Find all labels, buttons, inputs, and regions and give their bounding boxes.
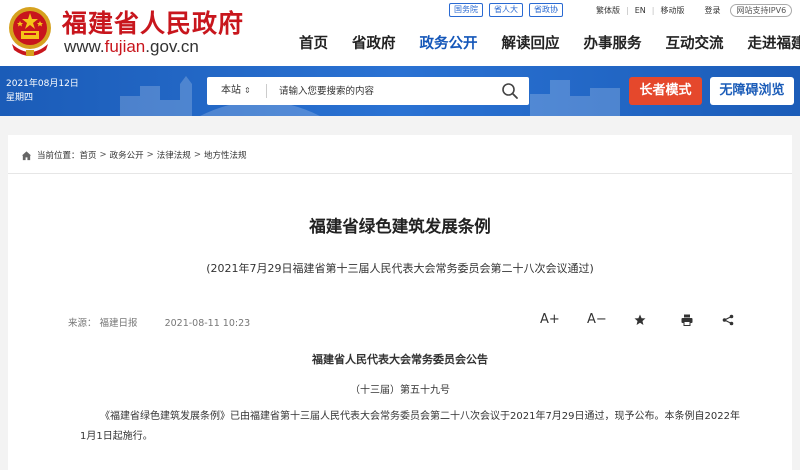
weekday-line: 星期四	[6, 93, 34, 103]
breadcrumb: 当前位置： 首页 > 政务公开 > 法律法规 > 地方性法规	[21, 149, 246, 161]
nav-interaction[interactable]: 互动交流	[666, 34, 724, 58]
domain-accent: fujian	[104, 37, 146, 56]
national-emblem-icon	[9, 7, 51, 56]
mobile-link[interactable]: 移动版	[660, 5, 684, 16]
font-decrease-button[interactable]: A−	[587, 310, 607, 330]
nav-home[interactable]: 首页	[299, 34, 328, 58]
search-scope-label: 本站	[221, 85, 241, 96]
site-name[interactable]: 福建省人民政府	[62, 4, 244, 40]
util-separator: |	[651, 6, 655, 15]
accessible-browse-button[interactable]: 无障碍浏览	[710, 77, 794, 105]
link-provincial-congress[interactable]: 省人大	[489, 3, 523, 17]
updown-arrow-icon: ⇕	[244, 86, 251, 95]
utility-bar: 繁体版 | EN | 移动版 登录 网站支持IPV6	[596, 4, 793, 17]
traditional-link[interactable]: 繁体版	[596, 5, 620, 16]
site-domain: www.fujian.gov.cn	[64, 37, 199, 57]
font-increase-button[interactable]: A+	[540, 310, 560, 330]
domain-suffix: .gov.cn	[145, 37, 199, 56]
elder-mode-button[interactable]: 长者模式	[629, 77, 702, 105]
nav-open-affairs[interactable]: 政务公开	[420, 34, 478, 58]
article-meta: 来源： 福建日报 2021-08-11 10:23	[68, 315, 250, 329]
nav-services[interactable]: 办事服务	[584, 34, 642, 58]
breadcrumb-open-affairs[interactable]: 政务公开	[110, 149, 144, 161]
date-line: 2021年08月12日	[6, 79, 79, 89]
article-body: 《福建省绿色建筑发展条例》已由福建省第十三届人民代表大会常务委员会第二十八次会议…	[80, 411, 740, 442]
top-links: 国务院 省人大 省政协	[449, 3, 563, 17]
breadcrumb-separator: >	[193, 150, 201, 160]
breadcrumb-prefix: 当前位置：	[37, 151, 80, 161]
article-date: 2021-08-11 10:23	[164, 318, 251, 329]
login-link[interactable]: 登录	[704, 5, 720, 16]
article-card: 当前位置： 首页 > 政务公开 > 法律法规 > 地方性法规 福建省绿色建筑发展…	[8, 135, 792, 470]
share-icon[interactable]	[722, 310, 734, 330]
print-icon[interactable]	[681, 310, 693, 330]
scope-divider	[266, 84, 267, 98]
search-banner: 2021年08月12日 星期四 本站⇕ 长者模式 无障碍浏览	[0, 66, 800, 116]
main-nav: 首页 省政府 政务公开 解读回应 办事服务 互动交流 走进福建	[299, 34, 800, 58]
search-input[interactable]	[279, 81, 489, 101]
article-title: 福建省绿色建筑发展条例	[309, 217, 491, 236]
notice-number: （十三届）第五十九号	[350, 385, 450, 396]
nav-interpretation[interactable]: 解读回应	[502, 34, 560, 58]
link-state-council[interactable]: 国务院	[449, 3, 483, 17]
english-link[interactable]: EN	[635, 6, 646, 15]
domain-prefix: www.	[64, 37, 105, 56]
home-icon	[21, 150, 32, 160]
breadcrumb-laws[interactable]: 法律法规	[157, 149, 191, 161]
breadcrumb-home[interactable]: 首页	[80, 149, 97, 161]
breadcrumb-local-regulations[interactable]: 地方性法规	[204, 149, 247, 161]
nav-about-fujian[interactable]: 走进福建	[748, 34, 800, 58]
ipv6-badge: 网站支持IPV6	[730, 4, 793, 17]
current-date: 2021年08月12日 星期四	[6, 77, 79, 105]
article-subtitle: (2021年7月29日福建省第十三届人民代表大会常务委员会第二十八次会议通过)	[206, 262, 594, 275]
nav-government[interactable]: 省政府	[352, 34, 396, 58]
util-separator: |	[626, 6, 629, 15]
favorite-star-icon[interactable]	[634, 310, 646, 330]
notice-title: 福建省人民代表大会常务委员会公告	[312, 353, 488, 366]
article-source: 来源： 福建日报	[68, 318, 138, 329]
breadcrumb-divider	[8, 173, 792, 174]
link-provincial-cppcc[interactable]: 省政协	[529, 3, 563, 17]
search-scope-select[interactable]: 本站 ⇕	[221, 77, 251, 105]
search-box: 本站 ⇕	[207, 77, 529, 105]
breadcrumb-separator: >	[99, 150, 107, 160]
site-header: 福建省人民政府 www.fujian.gov.cn 国务院 省人大 省政协 繁体…	[0, 0, 800, 66]
breadcrumb-separator: >	[146, 150, 154, 160]
search-icon[interactable]	[501, 82, 519, 100]
